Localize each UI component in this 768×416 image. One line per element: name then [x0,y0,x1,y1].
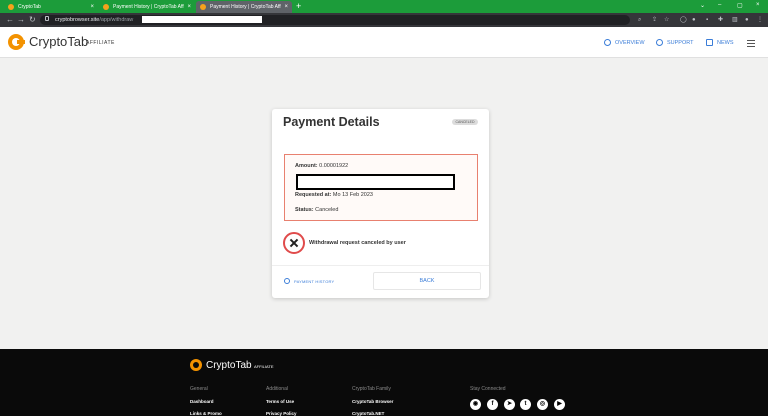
browser-tab-title: Payment History | CryptoTab Affi… [210,4,282,10]
footer-link-cryptotab-net[interactable]: CryptoTab.NET [352,411,384,416]
forward-arrow-icon[interactable]: → [17,15,25,25]
hamburger-menu-icon[interactable] [747,40,755,49]
nav-news[interactable]: NEWS [706,39,734,46]
page-title: Payment Details [283,115,380,129]
canceled-x-icon [283,232,305,254]
extensions-puzzle-icon[interactable]: ✚ [718,16,723,24]
status-message-text: Withdrawal request canceled by user [309,240,406,246]
side-panel-icon[interactable]: ▥ [732,16,738,24]
nav-overview[interactable]: OVERVIEW [604,39,645,46]
cryptotab-favicon-icon [8,4,14,10]
footer-heading-additional: Additional [266,386,288,392]
footer-link-links-promo[interactable]: Links & Promo [190,411,222,416]
close-tab-icon[interactable]: × [187,4,191,10]
requested-row: Requested at: Mo 13 Feb 2023 [295,192,373,198]
facebook-icon[interactable]: f [487,399,498,410]
redacted-url-block [142,16,262,23]
browser-tab-strip: CryptoTab × Payment History | CryptoTab … [0,0,768,13]
history-icon [284,278,290,284]
overview-icon [604,39,611,46]
amount-label: Amount: [295,163,318,169]
cryptotab-logo-icon[interactable] [190,359,202,371]
back-arrow-icon[interactable]: ← [6,15,14,25]
news-icon [706,39,713,46]
payment-detail-box: Amount: 0.00001922 Requested at: Mo 13 F… [284,154,478,221]
extension-icon[interactable]: ● [692,16,696,24]
reload-icon[interactable]: ↻ [29,15,36,25]
payment-details-card: Payment Details CANCELED Amount: 0.00001… [272,109,489,298]
requested-value: Mo 13 Feb 2023 [332,192,373,198]
cryptotab-favicon-icon [200,4,206,10]
url-text[interactable]: cryptobrowser.site/app/withdraw [55,15,133,25]
brand-subtitle: AFFILIATE [86,40,115,46]
amount-value: 0.00001922 [319,163,349,169]
twitter-icon[interactable]: t [520,399,531,410]
footer-brand-name[interactable]: CryptoTab [206,360,252,371]
footer-heading-stay-connected: Stay Connected [470,386,506,392]
status-row: Status: Canceled [295,207,338,213]
cryptotab-logo-icon[interactable] [8,34,25,50]
footer-heading-family: CryptoTab Family [352,386,391,392]
minimize-button[interactable]: – [718,2,721,8]
browser-menu-icon[interactable]: ⋮ [757,16,763,24]
status-label: Status: [295,207,314,213]
lock-icon[interactable] [45,16,49,21]
extension-icon[interactable]: ◯ [680,16,687,24]
footer-link-privacy[interactable]: Privacy Policy [266,411,297,416]
close-tab-icon[interactable]: × [90,4,94,10]
close-tab-icon[interactable]: × [284,4,288,10]
footer-heading-general: General [190,386,208,392]
redacted-block [296,174,455,190]
maximize-button[interactable]: ▢ [737,2,743,9]
footer-link-dashboard[interactable]: Dashboard [190,399,214,404]
status-badge: CANCELED [452,119,478,125]
app-header: CryptoTab AFFILIATE OVERVIEW SUPPORT NEW… [0,27,768,58]
divider [272,265,489,266]
amount-row: Amount: 0.00001922 [295,163,348,169]
cryptotab-favicon-icon [103,4,109,10]
browser-tab-title: Payment History | CryptoTab Affili… [113,4,185,10]
nav-news-label: NEWS [717,39,734,46]
extension-icon[interactable]: ▪ [706,16,708,24]
footer-brand-subtitle: AFFILIATE [254,364,274,369]
url-path: /app/withdraw [99,17,134,23]
browser-tab-title: CryptoTab [18,4,41,10]
close-window-button[interactable]: × [756,2,760,8]
share-icon[interactable]: ⇪ [652,16,657,24]
tab-search-icon[interactable]: ⌄ [700,2,705,9]
payment-history-label: PAYMENT HISTORY [294,278,335,284]
instagram-icon[interactable]: ◎ [537,399,548,410]
url-host: cryptobrowser.site [55,17,100,23]
requested-label: Requested at: [295,192,332,198]
profile-avatar-icon[interactable]: ● [745,16,749,24]
bookmark-star-icon[interactable]: ☆ [664,16,669,24]
back-button[interactable]: BACK [373,272,481,290]
browser-tab-active[interactable]: Payment History | CryptoTab Affi… × [196,1,292,13]
new-tab-button[interactable]: + [296,1,301,11]
search-icon[interactable]: ⌕ [638,16,641,24]
nav-overview-label: OVERVIEW [615,39,645,46]
page-footer: CryptoTab AFFILIATE General Dashboard Li… [0,349,768,416]
payment-history-link[interactable]: PAYMENT HISTORY [284,278,334,284]
telegram-icon[interactable]: ➤ [504,399,515,410]
footer-link-terms[interactable]: Terms of Use [266,399,294,404]
status-value: Canceled [315,207,339,213]
youtube-icon[interactable]: ▶ [554,399,565,410]
discord-icon[interactable]: ◉ [470,399,481,410]
nav-support[interactable]: SUPPORT [656,39,694,46]
footer-link-cryptotab-browser[interactable]: CryptoTab Browser [352,399,393,404]
browser-tab[interactable]: Payment History | CryptoTab Affili… × [99,1,195,13]
support-icon [656,39,663,46]
browser-tab[interactable]: CryptoTab × [4,1,98,13]
nav-support-label: SUPPORT [667,39,694,46]
brand-name[interactable]: CryptoTab [29,35,88,49]
status-message: Withdrawal request canceled by user [283,232,406,254]
